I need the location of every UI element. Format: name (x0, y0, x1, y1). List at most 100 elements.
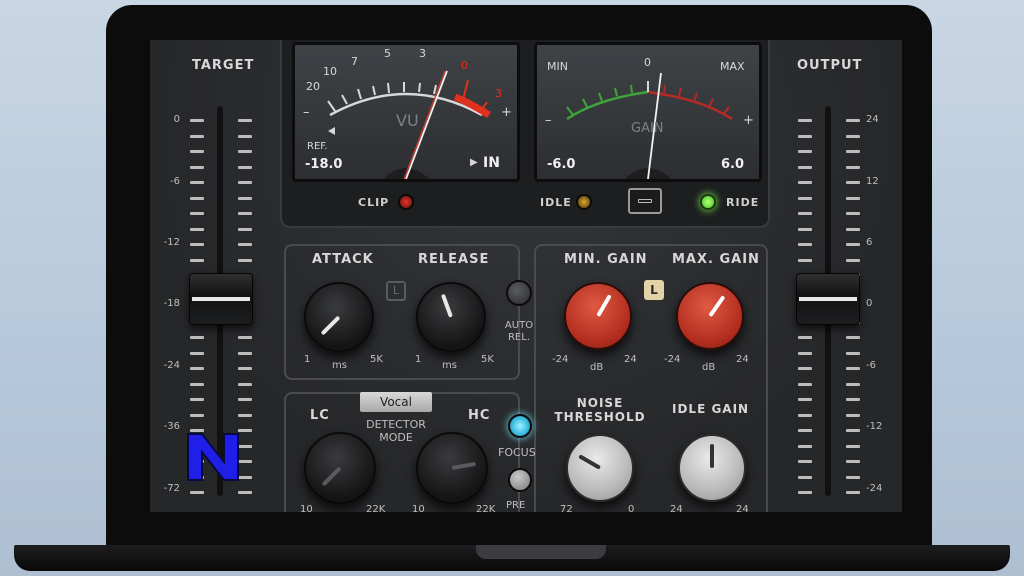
plugin-screen: TARGET 0 -6 -12 -18 -24 -36 -72 OUTPUT 24 12 6 0 -… (150, 40, 902, 512)
target-tick-mark (190, 398, 204, 401)
output-tick-mark (798, 243, 812, 246)
output-tick-mark (798, 119, 812, 122)
target-tick-mark (238, 336, 252, 339)
target-tick-mark (190, 196, 204, 200)
target-tick-mark (238, 243, 252, 246)
vu-label: VU (396, 111, 419, 130)
output-tick-mark (846, 258, 860, 262)
output-title: OUTPUT (797, 58, 863, 73)
vu-meter: 20 10 7 5 3 0 3 – + VU REF. -18.0 ▶ IN (292, 42, 520, 182)
ref-label: REF. (307, 141, 328, 152)
output-fader-handle[interactable] (796, 273, 860, 325)
output-tick-mark (846, 336, 860, 339)
target-tick-mark (190, 258, 204, 262)
release-knob[interactable] (416, 282, 486, 352)
vu-tick-3: 3 (419, 47, 426, 60)
output-tick-mark (798, 150, 812, 153)
max-gain-unit: dB (702, 362, 716, 373)
output-tick-mark (846, 212, 860, 215)
target-tick-label: -18 (163, 298, 180, 309)
target-tick-mark (238, 367, 252, 370)
idle-gain-knob[interactable] (678, 434, 746, 502)
max-gain-hi: 24 (736, 354, 749, 365)
target-tick-mark (238, 398, 252, 401)
output-tick-mark (846, 243, 860, 246)
output-tick-mark (798, 196, 812, 200)
attack-max: 5K (370, 354, 383, 365)
meter-bezel: 20 10 7 5 3 0 3 – + VU REF. -18.0 ▶ IN M… (280, 40, 770, 228)
hc-knob[interactable] (416, 432, 488, 504)
attack-knob[interactable] (304, 282, 374, 352)
max-gain-knob[interactable] (676, 282, 744, 350)
focus-button[interactable] (508, 414, 532, 438)
output-tick-mark (798, 444, 812, 448)
target-tick-label: -24 (163, 360, 180, 371)
output-tick-mark (798, 398, 812, 401)
output-tick-mark (798, 429, 812, 432)
target-tick-mark (238, 413, 252, 417)
play-icon: ▶ (470, 157, 478, 168)
focus-label: FOCUS (498, 446, 536, 459)
hc-max: 22K (476, 504, 496, 512)
vocal-rider-plugin: TARGET 0 -6 -12 -18 -24 -36 -72 OUTPUT 24 12 6 0 -… (150, 40, 902, 512)
attack-release-link-button[interactable]: L (386, 281, 406, 301)
lc-knob[interactable] (304, 432, 376, 504)
attack-min: 1 (304, 354, 311, 365)
input-mode[interactable]: IN (483, 155, 500, 171)
meter-toggle-button[interactable] (628, 188, 662, 214)
output-tick-mark (798, 258, 812, 262)
target-tick-mark (238, 227, 252, 231)
ref-value[interactable]: -18.0 (305, 157, 342, 172)
noise-threshold-label: NOISE THRESHOLD (554, 396, 646, 424)
clip-label: CLIP (358, 196, 390, 209)
target-fader-handle[interactable] (189, 273, 253, 325)
detector-mode-select[interactable]: Vocal (360, 392, 432, 412)
min-gain-knob[interactable] (564, 282, 632, 350)
idle-gain-min: 24 (670, 504, 683, 512)
target-tick-mark (238, 119, 252, 122)
target-tick-label: 0 (173, 114, 180, 125)
noise-threshold-knob[interactable] (566, 434, 634, 502)
idle-gain-label: IDLE GAIN (672, 402, 750, 416)
noise-threshold-min: 72 (560, 504, 573, 512)
gain-max-value[interactable]: 6.0 (721, 157, 744, 172)
gain-link-button[interactable]: L (644, 280, 664, 300)
min-gain-unit: dB (590, 362, 604, 373)
target-tick-mark (190, 367, 204, 370)
idle-label: IDLE (540, 196, 572, 209)
output-tick-mark (798, 351, 812, 355)
laptop-notch (476, 545, 606, 559)
lc-label: LC (310, 408, 330, 423)
min-gain-lo: -24 (552, 354, 569, 365)
vu-tick-0: 0 (461, 59, 468, 72)
target-tick-mark (190, 351, 204, 355)
target-tick-label: -6 (170, 176, 180, 187)
output-tick-mark (798, 460, 812, 463)
target-tick-mark (190, 150, 204, 153)
release-max: 5K (481, 354, 494, 365)
max-gain-lo: -24 (664, 354, 681, 365)
target-tick-mark (190, 181, 204, 184)
gain-zero: 0 (644, 56, 651, 69)
pre-button[interactable] (508, 468, 532, 492)
target-tick-mark (238, 258, 252, 262)
target-tick-mark (238, 150, 252, 153)
output-tick-mark (846, 181, 860, 184)
output-tick-label: 6 (866, 237, 873, 248)
auto-release-label: AUTO REL. (504, 320, 534, 343)
output-tick-mark (846, 367, 860, 370)
gain-label: GAIN (631, 121, 664, 136)
output-tick-mark (798, 475, 812, 479)
auto-release-button[interactable] (506, 280, 532, 306)
detector-mode-label: DETECTOR MODE (366, 418, 426, 444)
hc-label: HC (468, 408, 491, 423)
target-tick-label: -36 (163, 421, 180, 432)
n-logo: N (187, 433, 239, 481)
laptop-base (14, 545, 1010, 571)
gain-min-value[interactable]: -6.0 (547, 157, 575, 172)
output-tick-mark (846, 382, 860, 386)
vu-tick-plus3: 3 (495, 87, 502, 100)
ride-led (700, 194, 716, 210)
max-gain-label: MAX. GAIN (672, 252, 760, 267)
target-tick-mark (190, 212, 204, 215)
